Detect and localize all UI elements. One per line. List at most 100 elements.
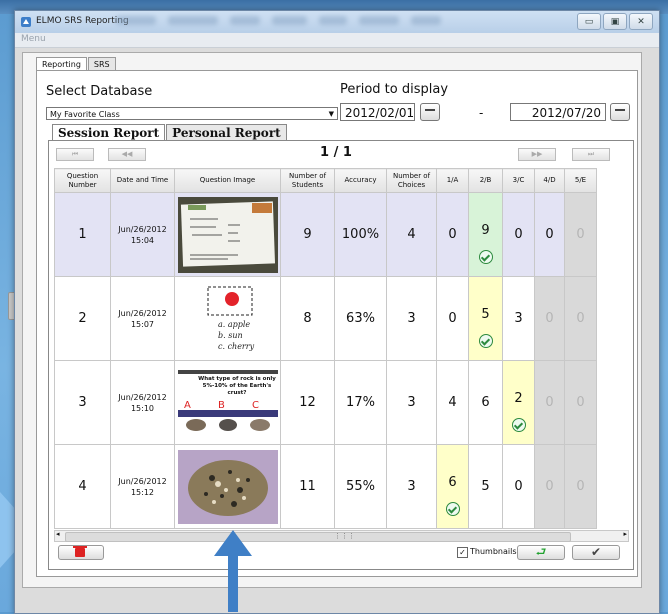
handwritten-sketch-thumbnail[interactable]: a. apple b. sun c. cherry [177, 280, 278, 357]
question-image-cell[interactable]: What type of rock is only 5%-10% of the … [174, 360, 281, 445]
tab-srs[interactable]: SRS [87, 57, 116, 71]
answer-2b: 9 [468, 192, 503, 277]
answer-2b: 6 [468, 360, 503, 445]
question-image-cell[interactable]: a. apple b. sun c. cherry [174, 276, 281, 361]
minimize-button[interactable]: ▭ [577, 13, 601, 30]
menu-label[interactable]: Menu [21, 34, 46, 44]
horizontal-scrollbar[interactable]: ◂ ⋮⋮⋮ ▸ [54, 530, 629, 542]
end-date-calendar-button[interactable] [610, 103, 630, 121]
start-date-field[interactable]: 2012/02/01 [340, 103, 415, 121]
start-date-calendar-button[interactable] [420, 103, 440, 121]
header-answer-1a[interactable]: 1/A [436, 168, 469, 193]
answer-2b: 5 [468, 444, 503, 529]
header-answer-4d[interactable]: 4/D [534, 168, 565, 193]
date-time-cell: Jun/26/2012 15:10 [110, 360, 175, 445]
accuracy-value: 17% [334, 360, 387, 445]
answer-4d: 0 [534, 360, 565, 445]
checkmark-icon: ✔ [590, 545, 602, 559]
time-text: 15:12 [130, 487, 155, 497]
time-text: 15:07 [130, 319, 155, 329]
header-accuracy[interactable]: Accuracy [334, 168, 387, 193]
time-text: 15:04 [130, 235, 155, 245]
accuracy-value: 100% [334, 192, 387, 277]
date-text: Jun/26/2012 [118, 308, 167, 318]
trash-icon [73, 546, 87, 557]
chevron-down-icon: ▼ [328, 110, 334, 118]
worksheet-photo-thumbnail[interactable] [177, 196, 278, 273]
tab-personal-report[interactable]: Personal Report [166, 124, 287, 141]
thumbnails-checkbox[interactable]: ✓ [457, 547, 468, 558]
rock-closeup-photo-thumbnail[interactable] [177, 449, 278, 524]
table-header-row: Question Number Date and Time Question I… [54, 168, 597, 193]
tab-reporting[interactable]: Reporting [36, 57, 87, 71]
header-number-of-students[interactable]: Number of Students [280, 168, 335, 193]
table-row[interactable]: 3 Jun/26/2012 15:10 What type of rock is … [54, 360, 597, 445]
thumbnails-label: Thumbnails [470, 547, 517, 556]
sketch-line-1: a. apple [218, 320, 250, 329]
choices-count: 4 [386, 192, 437, 277]
answer-3c: 2 [502, 360, 535, 445]
answer-3c: 0 [502, 192, 535, 277]
maximize-button[interactable]: ▣ [603, 13, 627, 30]
first-page-button[interactable]: ⏮ [56, 148, 94, 161]
session-table: Question Number Date and Time Question I… [54, 168, 597, 529]
table-row[interactable]: 1 Jun/26/2012 15:04 9 100% 4 0 9 0 0 0 [54, 192, 597, 277]
date-time-cell: Jun/26/2012 15:07 [110, 276, 175, 361]
correct-check-icon [445, 502, 460, 516]
header-answer-5e[interactable]: 5/E [564, 168, 597, 193]
date-text: Jun/26/2012 [118, 392, 167, 402]
question-image-cell[interactable] [174, 192, 281, 277]
return-arrow-icon: ⮐ [535, 545, 547, 559]
header-question-number[interactable]: Question Number [54, 168, 111, 193]
header-question-image[interactable]: Question Image [174, 168, 281, 193]
option-a-label: A [184, 400, 191, 411]
answer-1a: 0 [436, 276, 469, 361]
slide-question-text: What type of rock is only 5%-10% of the … [197, 375, 276, 396]
scrollbar-thumb[interactable]: ⋮⋮⋮ [65, 532, 571, 542]
question-image-cell[interactable] [174, 444, 281, 529]
answer-1a: 0 [436, 192, 469, 277]
tab-session-report[interactable]: Session Report [52, 124, 166, 141]
accuracy-value: 55% [334, 444, 387, 529]
correct-check-icon [478, 250, 493, 264]
date-time-cell: Jun/26/2012 15:12 [110, 444, 175, 529]
end-date-field[interactable]: 2012/07/20 [510, 103, 606, 121]
app-icon [21, 17, 31, 27]
close-button[interactable]: ✕ [629, 13, 653, 30]
answer-1a: 4 [436, 360, 469, 445]
next-page-button[interactable]: ▶▶ [518, 148, 556, 161]
table-row[interactable]: 2 Jun/26/2012 15:07 a. apple b. sun c. ch… [54, 276, 597, 361]
callout-arrow-up [228, 552, 238, 612]
scroll-left-icon[interactable]: ◂ [56, 530, 60, 538]
option-b-label: B [218, 400, 225, 411]
answer-1a: 6 [436, 444, 469, 529]
answer-5e: 0 [564, 444, 597, 529]
last-page-button[interactable]: ⏭ [572, 148, 610, 161]
refresh-button[interactable]: ⮐ [517, 545, 565, 560]
prev-page-button[interactable]: ◀◀ [108, 148, 146, 161]
sketch-line-2: b. sun [218, 331, 243, 340]
database-select[interactable]: My Favorite Class ▼ [46, 107, 338, 120]
question-number: 3 [54, 360, 111, 445]
time-text: 15:10 [130, 403, 155, 413]
students-count: 9 [280, 192, 335, 277]
header-number-of-choices[interactable]: Number of Choices [386, 168, 437, 193]
period-label: Period to display [340, 82, 449, 97]
answer-5e: 0 [564, 360, 597, 445]
question-number: 4 [54, 444, 111, 529]
header-date-time[interactable]: Date and Time [110, 168, 175, 193]
header-answer-3c[interactable]: 3/C [502, 168, 535, 193]
rock-types-slide-thumbnail[interactable]: What type of rock is only 5%-10% of the … [177, 369, 278, 436]
answer-5e: 0 [564, 276, 597, 361]
table-row[interactable]: 4 Jun/26/2012 15:12 11 55% 3 6 5 0 0 0 [54, 444, 597, 529]
choices-count: 3 [386, 276, 437, 361]
confirm-button[interactable]: ✔ [572, 545, 620, 560]
students-count: 8 [280, 276, 335, 361]
select-database-label: Select Database [46, 84, 153, 99]
answer-4d: 0 [534, 276, 565, 361]
page-indicator: 1 / 1 [320, 145, 352, 160]
correct-check-icon [511, 418, 526, 432]
delete-button[interactable] [58, 545, 104, 560]
scroll-right-icon[interactable]: ▸ [623, 530, 627, 538]
header-answer-2b[interactable]: 2/B [468, 168, 503, 193]
